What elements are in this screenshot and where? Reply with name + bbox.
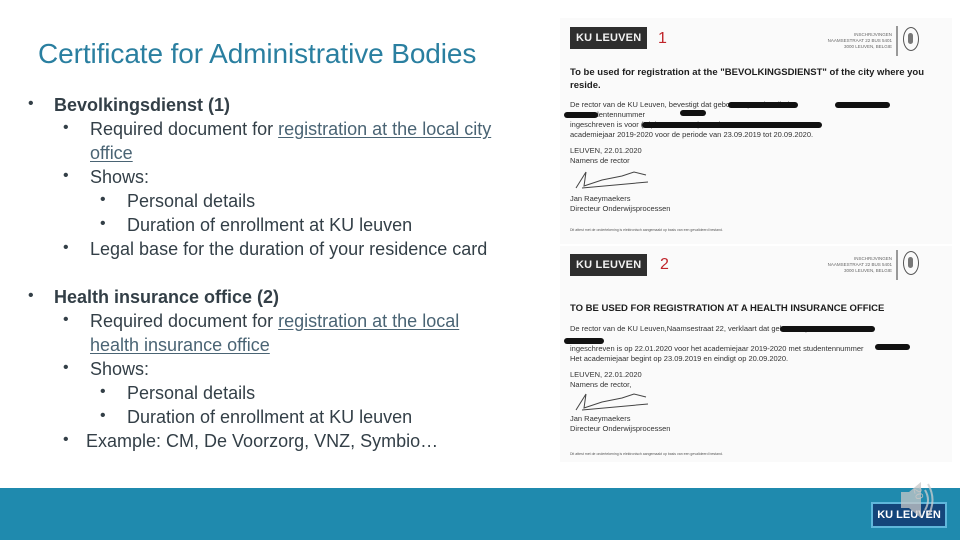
section-heading-health-insurance: Health insurance office (2) [54,287,280,307]
speaker-icon[interactable] [895,478,935,522]
certificate-scan-1: KU LEUVEN 1 INSCHRIJVINGEN NAAMSESTRAAT … [560,18,952,244]
list-item: Shows: [90,167,150,187]
certificate-body-line: Het academiejaar begint op 23.09.2019 en… [570,354,789,363]
on-behalf-text: Namens de rector [570,156,630,165]
heading-line: To be used for registration at the "BEVO… [570,67,925,78]
sub-list-item: Personal details [127,191,256,211]
bullet: • [63,119,69,136]
registration-health-insurance-link-cont[interactable]: health insurance office [90,333,270,357]
item-text: Required document for [90,311,279,331]
divider [896,250,898,280]
divider [896,26,898,56]
certificate-body-line: ingeschreven is op 22.01.2020 voor het a… [570,344,864,353]
certificate-number: 1 [658,30,667,47]
university-seal-icon [903,27,919,51]
redaction [728,102,798,108]
bullet: • [63,311,69,328]
list-item: Example: CM, De Voorzorg, VNZ, Symbio… [86,431,439,451]
redaction [564,112,598,118]
bullet: • [63,239,69,256]
ku-leuven-logo: KU LEUVEN [570,254,648,276]
bullet: • [63,167,69,184]
list-item: Legal base for the duration of your resi… [90,239,488,259]
certificate-body-line: academiejaar 2019-2020 voor de periode v… [570,130,814,139]
bullet: • [100,383,106,400]
place-date: LEUVEN, 22.01.2020 [570,370,642,379]
bullet: • [100,191,106,208]
list-item: Required document for registration at th… [90,309,459,333]
section-heading-bevolkingsdienst: Bevolkingsdienst (1) [54,95,231,115]
registration-city-office-link-cont[interactable]: office [90,141,133,165]
bullet: • [28,287,34,304]
certificate-body-line: De rector van de KU Leuven,Naamsestraat … [570,324,810,333]
sub-list-item: Duration of enrollment at KU leuven [127,215,413,235]
list-item: Shows: [90,359,150,379]
redaction [835,102,890,108]
slide-content: • Bevolkingsdienst (1) • Required docume… [0,0,560,480]
university-seal-icon [903,251,919,275]
certificate-note: Dit attest met de ondertekening is elekt… [570,452,723,456]
signature-image [575,171,649,189]
address-line: 3000 LEUVEN, BELGIE [843,268,892,273]
certificate-note: Dit attest met de ondertekening is elekt… [570,228,723,232]
heading-line: reside. [570,80,601,91]
signature-image [575,393,649,411]
redaction [875,344,910,350]
list-item: Required document for registration at th… [90,117,491,141]
bullet: • [28,95,34,112]
redaction [642,122,822,128]
footer-band [0,488,960,540]
sub-list-item: Duration of enrollment at KU leuven [127,407,413,427]
address-block: INSCHRIJVINGEN NAAMSESTRAAT 22 BUS 5401 … [800,32,892,50]
certificate-scan-2: KU LEUVEN 2 INSCHRIJVINGEN NAAMSESTRAAT … [560,246,952,462]
certificate-number: 2 [660,256,669,273]
bullet: • [100,407,106,424]
signatory-title: Directeur Onderwijsprocessen [570,424,671,433]
signatory-name: Jan Raeymaekers [570,194,631,203]
certificate-heading: TO BE USED FOR REGISTRATION AT A HEALTH … [570,303,885,314]
ku-leuven-logo: KU LEUVEN [570,27,648,49]
registration-health-insurance-link[interactable]: registration at the local [278,311,459,331]
bullet: • [100,215,106,232]
place-date: LEUVEN, 22.01.2020 [570,146,642,155]
certificate-heading: To be used for registration at the "BEVO… [570,66,945,92]
redaction [680,110,706,116]
address-line: 3000 LEUVEN, BELGIE [843,44,892,49]
registration-city-office-link[interactable]: registration at the local city [278,119,491,139]
bullet: • [63,359,69,376]
redaction [780,326,875,332]
item-text: Required document for [90,119,279,139]
bullet: • [63,431,69,448]
signatory-name: Jan Raeymaekers [570,414,631,423]
address-block: INSCHRIJVINGEN NAAMSESTRAAT 22 BUS 5401 … [800,256,892,274]
redaction [564,338,604,344]
sub-list-item: Personal details [127,383,256,403]
signatory-title: Directeur Onderwijsprocessen [570,204,671,213]
